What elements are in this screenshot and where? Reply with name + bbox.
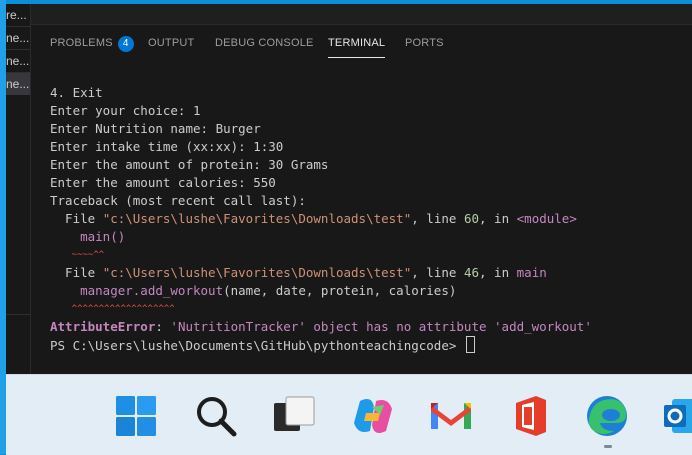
- function-name: main: [516, 265, 547, 280]
- tab-problems[interactable]: PROBLEMS 4: [50, 34, 134, 54]
- error-marker: ^^^^^^^^^^^^^^^^^^^: [50, 304, 175, 314]
- terminal-line: 4. Exit: [50, 85, 103, 100]
- shell-prompt: PS C:\Users\lushe\Documents\GitHub\pytho…: [50, 338, 464, 353]
- frame-prefix: File: [50, 211, 103, 226]
- explorer-item-2[interactable]: ne...: [6, 27, 30, 49]
- terminal-line: Enter the amount of protein: 30 Grams: [50, 157, 329, 172]
- gmail-icon[interactable]: [428, 393, 474, 439]
- tab-ports[interactable]: PORTS: [405, 34, 444, 54]
- edge-icon[interactable]: [584, 393, 630, 439]
- terminal-cursor: [465, 336, 475, 353]
- explorer-item-label: ne...: [6, 31, 30, 45]
- search-icon[interactable]: [193, 393, 239, 439]
- frame-text: , line: [411, 265, 464, 280]
- error-line: AttributeError: 'NutritionTracker' objec…: [50, 318, 592, 336]
- frame-text: , in: [479, 211, 517, 226]
- problems-count-badge: 4: [117, 36, 134, 52]
- tab-label: PORTS: [405, 37, 444, 49]
- traceback-frame: File "c:\Users\lushe\Favorites\Downloads…: [50, 210, 577, 228]
- tab-label: OUTPUT: [148, 37, 195, 49]
- frame-text: , line: [411, 211, 464, 226]
- tab-terminal[interactable]: TERMINAL: [328, 34, 386, 58]
- editor-top-area: [31, 4, 692, 25]
- error-marker: ~~~~^^: [50, 250, 105, 260]
- traceback-code: main(): [50, 229, 126, 244]
- explorer-sidebar: re... ne... ne... ne...: [6, 4, 31, 374]
- frame-prefix: File: [50, 265, 103, 280]
- explorer-item-label: ne...: [6, 54, 30, 68]
- file-path[interactable]: "c:\Users\lushe\Favorites\Downloads\test…: [103, 211, 412, 226]
- outlook-icon[interactable]: [662, 393, 692, 439]
- tab-label: DEBUG CONSOLE: [215, 37, 314, 49]
- prompt-line[interactable]: PS C:\Users\lushe\Documents\GitHub\pytho…: [50, 336, 475, 354]
- terminal-line: Enter intake time (xx:xx): 1:30: [50, 139, 284, 154]
- tab-label: TERMINAL: [328, 37, 386, 49]
- code-call: manager.add_workout: [50, 283, 224, 298]
- panel-tab-bar: PROBLEMS 4 OUTPUT DEBUG CONSOLE TERMINAL …: [31, 26, 692, 60]
- windows-start-icon[interactable]: [113, 393, 159, 439]
- explorer-item-1[interactable]: re...: [6, 4, 30, 26]
- explorer-item-4[interactable]: ne...: [6, 73, 30, 95]
- error-message: 'NutritionTracker' object has no attribu…: [170, 319, 592, 334]
- terminal-line: Enter your choice: 1: [50, 103, 201, 118]
- error-colon: :: [155, 319, 171, 334]
- explorer-item-label: re...: [6, 8, 27, 22]
- tab-output[interactable]: OUTPUT: [148, 34, 194, 54]
- tab-debug-console[interactable]: DEBUG CONSOLE: [215, 34, 314, 54]
- terminal-line: Enter the amount calories: 550: [50, 175, 276, 190]
- file-path[interactable]: "c:\Users\lushe\Favorites\Downloads\test…: [103, 265, 412, 280]
- traceback-frame: File "c:\Users\lushe\Favorites\Downloads…: [50, 264, 547, 282]
- function-name: <module>: [516, 211, 577, 226]
- terminal-line: Enter Nutrition name: Burger: [50, 121, 261, 136]
- line-number: 46: [463, 265, 479, 280]
- active-app-indicator: [604, 445, 612, 448]
- divider: [6, 314, 30, 315]
- taskbar: [6, 374, 692, 455]
- explorer-item-label: ne...: [6, 77, 30, 91]
- frame-text: , in: [479, 265, 517, 280]
- error-type: AttributeError: [50, 319, 156, 334]
- terminal-line: Traceback (most recent call last):: [50, 193, 306, 208]
- code-args: (name, date, protein, calories): [223, 283, 457, 298]
- copilot-icon[interactable]: [350, 393, 396, 439]
- tab-label: PROBLEMS: [50, 37, 113, 49]
- task-view-icon[interactable]: [272, 393, 318, 439]
- office-icon[interactable]: [508, 393, 554, 439]
- explorer-item-3[interactable]: ne...: [6, 50, 30, 72]
- terminal-panel: PROBLEMS 4 OUTPUT DEBUG CONSOLE TERMINAL …: [31, 4, 692, 374]
- traceback-code: manager.add_workout(name, date, protein,…: [50, 282, 456, 300]
- line-number: 60: [463, 211, 479, 226]
